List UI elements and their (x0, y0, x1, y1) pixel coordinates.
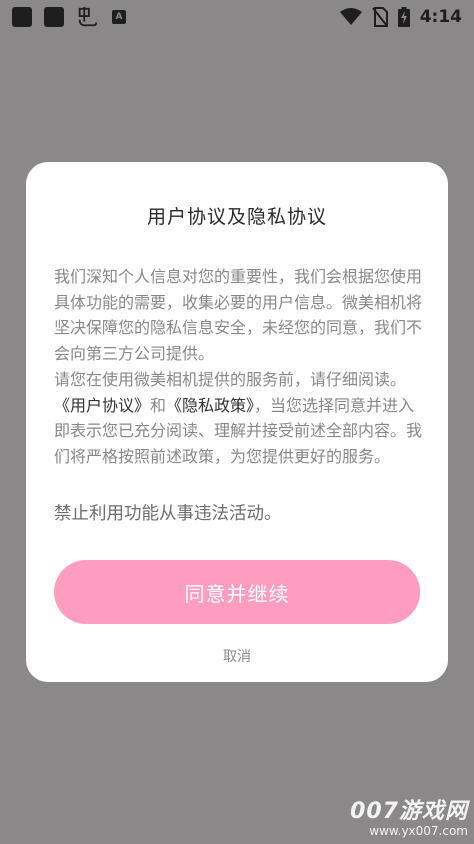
status-bar: A 4:14 (0, 0, 474, 34)
privacy-paragraph: 我们深知个人信息对您的重要性，我们会根据您使用具体功能的需要，收集必要的用户信息… (54, 267, 423, 363)
watermark-url: www.yx007.com (369, 824, 468, 838)
watermark-logo: 007游戏网 (350, 799, 468, 824)
cancel-button[interactable]: 取消 (26, 646, 448, 666)
prohibition-notice: 禁止利用功能从事违法活动。 (54, 504, 282, 524)
conjunction-text: 和 (150, 395, 167, 415)
notification-square-icon (44, 7, 64, 27)
bug-icon (78, 6, 98, 27)
privacy-dialog: 用户协议及隐私协议 我们深知个人信息对您的重要性，我们会根据您使用具体功能的需要… (26, 162, 448, 682)
status-right-group: 4:14 (339, 7, 462, 27)
notification-square-icon (12, 7, 32, 27)
no-sim-icon (371, 7, 388, 27)
agreement-prefix: 请您在使用微美相机提供的服务前，请仔细阅读。 (54, 370, 407, 389)
watermark: 007游戏网 www.yx007.com (350, 799, 468, 839)
clock: 4:14 (419, 7, 462, 27)
wifi-icon (339, 8, 362, 25)
agreement-paragraph: 请您在使用微美相机提供的服务前，请仔细阅读。《用户协议》和《隐私政策》，当您选择… (54, 367, 422, 469)
a-icon: A (112, 10, 126, 24)
agree-continue-button[interactable]: 同意并继续 (54, 560, 420, 624)
battery-charging-icon (397, 7, 410, 27)
dialog-title: 用户协议及隐私协议 (146, 206, 327, 228)
privacy-policy-link[interactable]: 《隐私政策》 (166, 396, 254, 415)
user-agreement-link[interactable]: 《用户协议》 (54, 396, 150, 415)
